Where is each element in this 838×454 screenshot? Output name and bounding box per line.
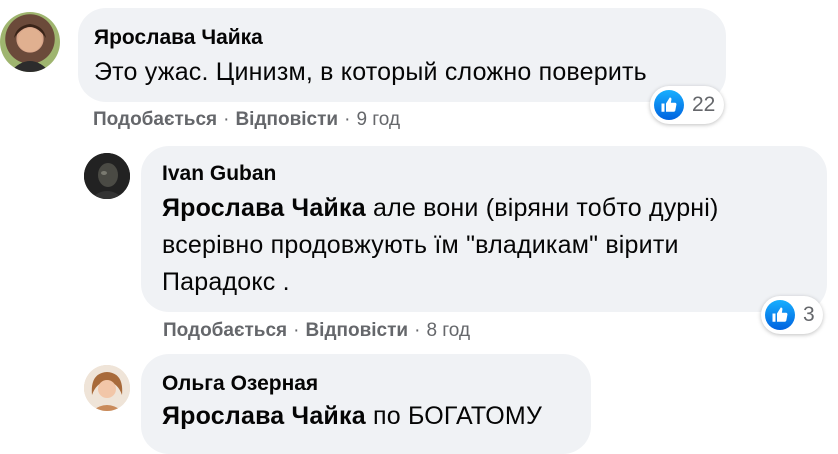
thumbs-up-icon — [765, 300, 795, 330]
comment-actions: Подобається · Відповісти · 8 год — [163, 320, 470, 342]
like-link[interactable]: Подобається — [93, 109, 217, 130]
reply-link[interactable]: Відповісти — [305, 320, 408, 341]
comment-text-part: але вони (віряни тобто дурні) — [365, 194, 719, 222]
comment-text: Ярослава Чайка по БОГАТОМУ — [162, 398, 542, 435]
comment-author[interactable]: Ivan Guban — [162, 162, 276, 186]
mention-link[interactable]: Ярослава Чайка — [162, 194, 366, 222]
comment-line: всерівно продовжують їм "владикам" вірит… — [162, 231, 679, 259]
comment-text-part: по БОГАТОМУ — [365, 402, 543, 430]
comment-text: Это ужас. Цинизм, в который сложно повер… — [94, 58, 647, 86]
comment-bubble: Ivan Guban Ярослава Чайка але вони (віря… — [141, 146, 827, 312]
reply-link[interactable]: Відповісти — [235, 109, 338, 130]
comment-author[interactable]: Ярослава Чайка — [94, 26, 263, 50]
thumbs-up-icon — [654, 90, 684, 120]
comment-line: Парадокс . — [162, 268, 290, 296]
mention-link[interactable]: Ярослава Чайка — [162, 402, 366, 430]
avatar-photo — [84, 365, 130, 411]
comment-line: Ярослава Чайка але вони (віряни тобто ду… — [162, 190, 719, 227]
comment-text: Ярослава Чайка але вони (віряни тобто ду… — [162, 190, 719, 301]
avatar-photo — [10, 24, 50, 72]
avatar[interactable] — [84, 153, 130, 199]
reaction-count: 22 — [692, 93, 716, 116]
comment-bubble: Ольга Озерная Ярослава Чайка по БОГАТОМУ — [141, 354, 591, 454]
avatar[interactable] — [84, 365, 130, 411]
avatar[interactable] — [0, 12, 60, 72]
avatar-photo — [84, 153, 130, 199]
comment-author[interactable]: Ольга Озерная — [162, 372, 318, 396]
reaction-count-badge[interactable]: 22 — [650, 86, 724, 124]
comment-actions: Подобається · Відповісти · 9 год — [93, 109, 400, 131]
reaction-count: 3 — [803, 303, 815, 326]
timestamp[interactable]: 9 год — [356, 109, 400, 130]
separator: · — [293, 320, 300, 341]
timestamp[interactable]: 8 год — [426, 320, 470, 341]
like-link[interactable]: Подобається — [163, 320, 287, 341]
separator: · — [223, 109, 230, 130]
separator: · — [414, 320, 421, 341]
comment-bubble: Ярослава Чайка Это ужас. Цинизм, в котор… — [78, 8, 726, 102]
separator: · — [344, 109, 351, 130]
reaction-count-badge[interactable]: 3 — [761, 296, 823, 334]
